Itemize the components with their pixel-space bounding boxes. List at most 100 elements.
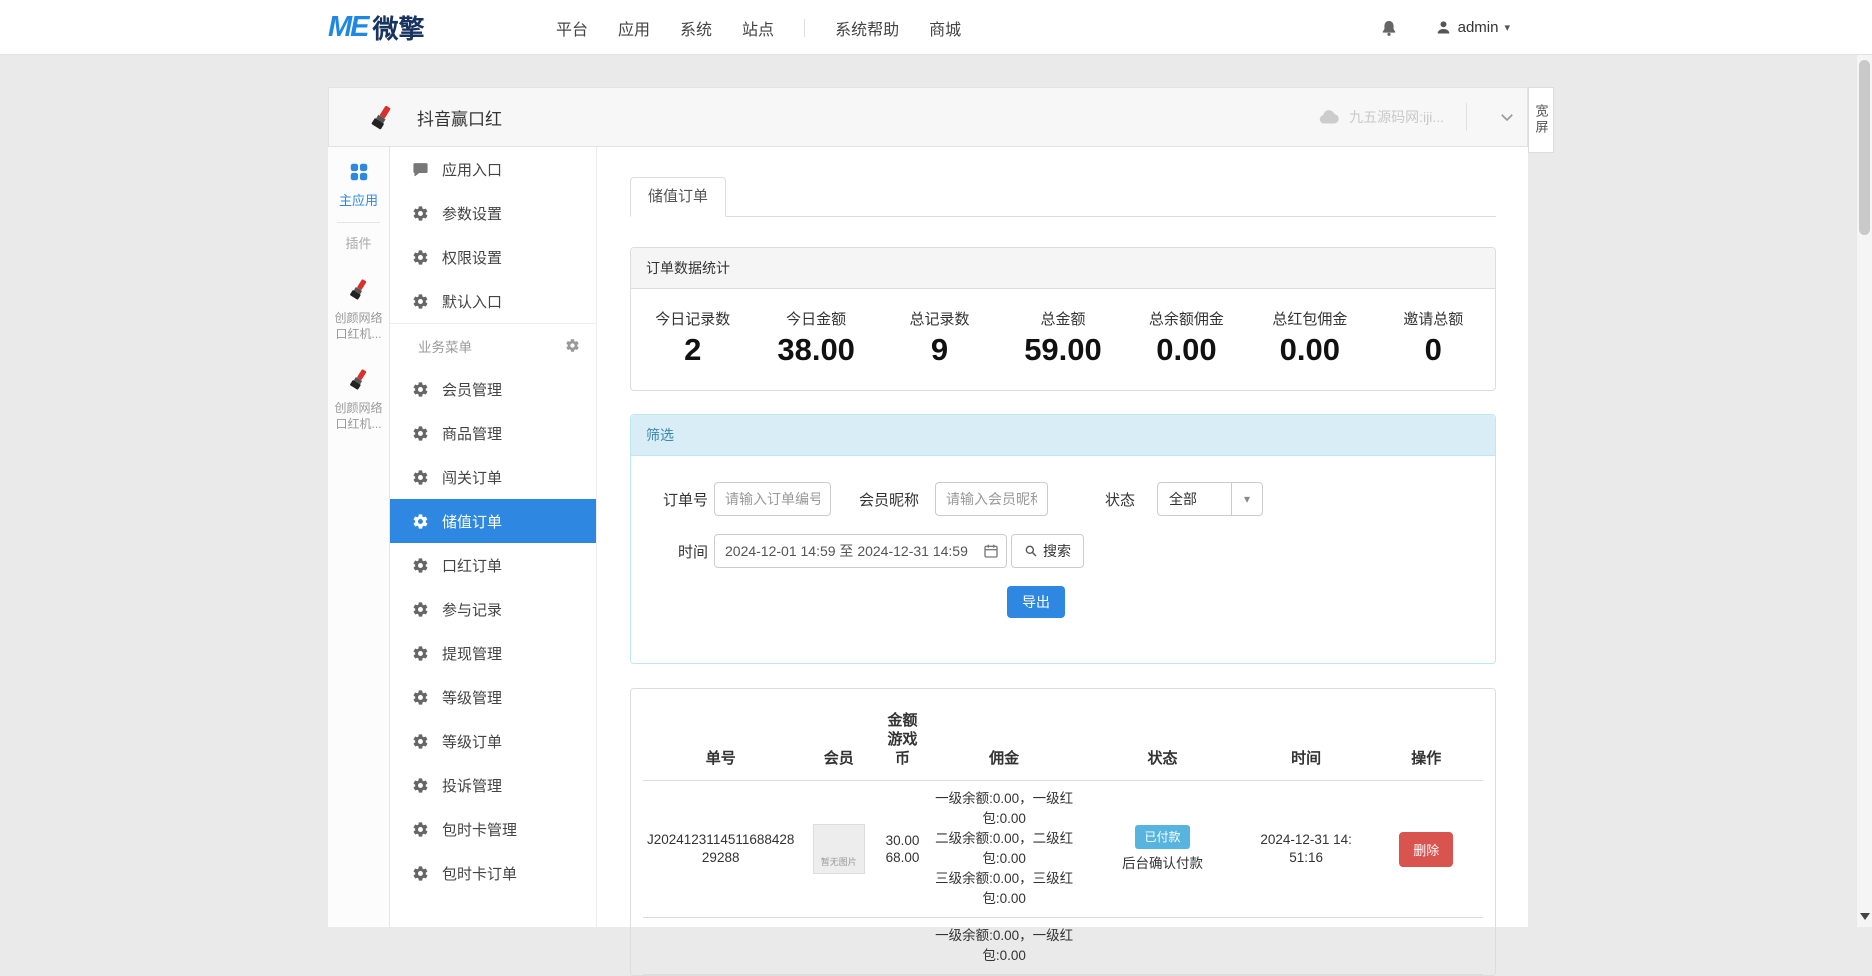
menu-item-label: 参数设置 (442, 203, 502, 224)
col-header-status: 状态 (1082, 695, 1242, 781)
stat-value: 0 (1372, 332, 1495, 368)
nav-item-store[interactable]: 商城 (929, 16, 961, 40)
col-header-member: 会员 (798, 695, 879, 781)
notification-bell-icon[interactable] (1379, 18, 1399, 38)
menu-item-withdrawal-mgmt[interactable]: 提现管理 (390, 631, 596, 675)
order-no-input[interactable] (714, 482, 831, 516)
member-cell: 暂无图片 (798, 781, 879, 918)
table-header-row: 单号 会员 金额游戏币 佣金 状态 时间 操作 (643, 695, 1483, 781)
logo-me-mark: ME (328, 11, 368, 44)
time-cell (1243, 918, 1370, 975)
status-cell (1082, 918, 1242, 975)
menu-item-member-mgmt[interactable]: 会员管理 (390, 367, 596, 411)
stat-label: 总金额 (1001, 308, 1124, 329)
export-button[interactable]: 导出 (1007, 586, 1065, 618)
time-range-field (714, 534, 1007, 568)
menu-item-participation-records[interactable]: 参与记录 (390, 587, 596, 631)
sidebar-item-plugin[interactable]: 创颜网络口红机... (328, 366, 389, 432)
nav-item-platform[interactable]: 平台 (556, 16, 588, 40)
menu-item-label: 包时卡订单 (442, 863, 517, 884)
sidebar-item-plugin[interactable]: 创颜网络口红机... (328, 276, 389, 342)
menu-item-permission-settings[interactable]: 权限设置 (390, 235, 596, 279)
top-navbar: ME 微擎 平台 应用 系统 站点 系统帮助 商城 admin ▾ (0, 0, 1872, 55)
commission-line: 一级余额:0.00，一级红包:0.00 (930, 789, 1078, 829)
nav-item-system[interactable]: 系统 (680, 16, 712, 40)
gear-icon (412, 645, 429, 662)
filter-row-3: 导出 (646, 586, 1480, 618)
stat-label: 今日金额 (754, 308, 877, 329)
menu-item-app-entry[interactable]: 应用入口 (390, 147, 596, 191)
stats-body: 今日记录数 2 今日金额 38.00 总记录数 9 总金额 59.00 总余额佣… (631, 289, 1495, 390)
lipstick-app-icon (367, 102, 397, 132)
menu-item-param-settings[interactable]: 参数设置 (390, 191, 596, 235)
search-button[interactable]: 搜索 (1011, 534, 1084, 568)
col-header-amount-coins: 金额游戏币 (879, 695, 926, 781)
nav-item-system-help[interactable]: 系统帮助 (835, 16, 899, 40)
nav-item-sites[interactable]: 站点 (742, 16, 774, 40)
main-content: 储值订单 订单数据统计 今日记录数 2 今日金额 38.00 总记录数 9 (597, 147, 1528, 927)
weengine-logo[interactable]: ME 微擎 (328, 0, 425, 55)
scrollbar-thumb[interactable] (1859, 60, 1870, 235)
menu-item-label: 权限设置 (442, 247, 502, 268)
gear-icon (412, 381, 429, 398)
menu-item-recharge-orders[interactable]: 储值订单 (390, 499, 596, 543)
wechat-binding[interactable]: 九五源码网:iji... (1317, 105, 1444, 129)
commission-line: 三级余额:0.00，三级红包:0.00 (930, 869, 1078, 909)
gear-icon (412, 293, 429, 310)
menu-item-lipstick-orders[interactable]: 口红订单 (390, 543, 596, 587)
gear-icon (412, 249, 429, 266)
menu-item-default-entry[interactable]: 默认入口 (390, 279, 596, 323)
time-range-input[interactable] (714, 534, 1007, 568)
stat-total-records: 总记录数 9 (878, 308, 1001, 368)
menu-item-time-card-mgmt[interactable]: 包时卡管理 (390, 807, 596, 851)
filter-panel: 筛选 订单号 会员昵称 状态 全部 ▾ 时间 (630, 414, 1496, 664)
menu-settings-gear-icon[interactable] (565, 338, 580, 353)
user-menu[interactable]: admin ▾ (1435, 19, 1510, 36)
sidebar-item-main-app[interactable]: 主应用 (328, 147, 389, 209)
app-header-bar: 抖音赢口红 九五源码网:iji... (328, 87, 1528, 147)
header-divider (1466, 103, 1467, 131)
member-cell (798, 918, 879, 975)
top-navigation: 平台 应用 系统 站点 系统帮助 商城 (556, 0, 961, 55)
plugins-section-label: 插件 (328, 233, 389, 252)
collapse-header-button[interactable] (1487, 88, 1527, 146)
time-label: 时间 (646, 541, 714, 562)
gear-icon (412, 689, 429, 706)
orders-table: 单号 会员 金额游戏币 佣金 状态 时间 操作 J202412311451168… (643, 695, 1483, 975)
stat-value: 59.00 (1001, 332, 1124, 368)
plugin-label: 创颜网络口红机... (328, 400, 389, 432)
menu-item-label: 参与记录 (442, 599, 502, 620)
tab-recharge-orders[interactable]: 储值订单 (630, 177, 726, 217)
status-note: 后台确认付款 (1086, 855, 1238, 873)
username: admin (1458, 19, 1499, 36)
gear-icon (412, 425, 429, 442)
order-no-label: 订单号 (646, 489, 714, 510)
menu-item-challenge-orders[interactable]: 闯关订单 (390, 455, 596, 499)
gear-icon (412, 733, 429, 750)
widescreen-toggle-button[interactable]: 宽屏 (1528, 87, 1554, 153)
chevron-down-icon (1498, 108, 1516, 126)
gear-icon (412, 469, 429, 486)
stat-total-amount: 总金额 59.00 (1001, 308, 1124, 368)
menu-section-business: 业务菜单 (390, 323, 596, 367)
stat-value: 9 (878, 332, 1001, 368)
status-cell: 已付款 后台确认付款 (1082, 781, 1242, 918)
gear-icon (412, 205, 429, 222)
delete-button[interactable]: 删除 (1399, 832, 1453, 867)
stat-label: 总余额佣金 (1125, 308, 1248, 329)
member-nickname-label: 会员昵称 (831, 489, 935, 510)
col-header-time: 时间 (1243, 695, 1370, 781)
scrollbar-down-arrow[interactable] (1857, 909, 1872, 925)
menu-item-product-mgmt[interactable]: 商品管理 (390, 411, 596, 455)
nav-item-apps[interactable]: 应用 (618, 16, 650, 40)
stat-total-redpacket-commission: 总红包佣金 0.00 (1248, 308, 1371, 368)
member-nickname-input[interactable] (935, 482, 1048, 516)
menu-item-level-mgmt[interactable]: 等级管理 (390, 675, 596, 719)
menu-item-level-orders[interactable]: 等级订单 (390, 719, 596, 763)
menu-item-complaint-mgmt[interactable]: 投诉管理 (390, 763, 596, 807)
app-icon-sidebar: 主应用 插件 创颜网络口红机... 创颜网络口红机... (328, 147, 390, 927)
status-select[interactable]: 全部 ▾ (1157, 482, 1263, 516)
menu-item-time-card-orders[interactable]: 包时卡订单 (390, 851, 596, 895)
tab-bar: 储值订单 (630, 177, 1496, 217)
stat-total-balance-commission: 总余额佣金 0.00 (1125, 308, 1248, 368)
